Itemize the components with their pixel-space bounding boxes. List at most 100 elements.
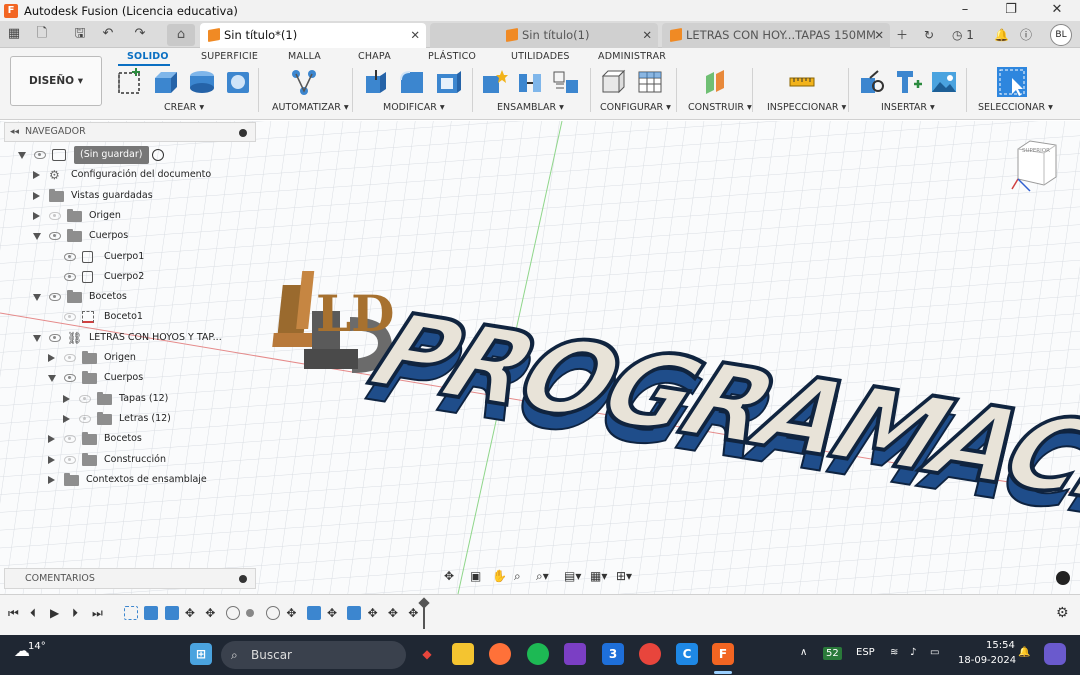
tree-item[interactable]: (Sin guardar) <box>0 146 256 164</box>
app-grid-icon[interactable]: ▦ <box>4 25 24 43</box>
timeline-move-feature[interactable]: ✥ <box>327 606 341 620</box>
visibility-eye-icon[interactable] <box>49 293 61 302</box>
app-c-icon[interactable]: C <box>676 643 698 665</box>
notifications-bell-icon[interactable]: 🔔 <box>1018 647 1030 658</box>
timeline-marker[interactable] <box>418 597 430 629</box>
automate-icon[interactable] <box>290 68 318 96</box>
tree-item[interactable]: Tapas (12) <box>0 390 256 408</box>
firefox-icon[interactable] <box>489 643 511 665</box>
expand-arrow-icon[interactable] <box>63 414 70 423</box>
minimize-button[interactable]: – <box>942 0 988 21</box>
group-modificar[interactable]: MODIFICAR ▾ <box>383 102 445 113</box>
save-icon[interactable]: 🖫 <box>70 25 90 43</box>
chrome-icon[interactable] <box>639 643 661 665</box>
look-at-icon[interactable]: ▣ <box>470 569 481 583</box>
notifications-icon[interactable]: 🔔 <box>994 25 1009 45</box>
visibility-eye-icon[interactable] <box>64 435 76 444</box>
user-avatar[interactable]: BL <box>1050 24 1072 46</box>
collapse-browser-icon[interactable]: ◂◂ <box>10 123 19 141</box>
browser-menu-icon[interactable] <box>239 129 247 137</box>
as-built-joint-icon[interactable] <box>552 68 580 96</box>
visibility-eye-icon[interactable] <box>49 211 61 220</box>
insert-derive-icon[interactable] <box>858 68 886 96</box>
tree-item[interactable]: Cuerpos <box>0 369 256 387</box>
configuration-table-icon[interactable] <box>636 68 664 96</box>
tree-item[interactable]: Origen <box>0 349 256 367</box>
workspace-switcher[interactable]: DISEÑO ▾ <box>10 56 102 106</box>
close-button[interactable]: ✕ <box>1034 0 1080 21</box>
clock-date[interactable]: 18-09-2024 <box>958 655 1016 666</box>
add-comment-icon[interactable] <box>239 575 247 583</box>
visibility-eye-icon[interactable] <box>64 374 76 383</box>
taskbar-search[interactable]: ⌕ Buscar <box>221 641 406 669</box>
redo-icon[interactable]: ↷ <box>130 25 150 43</box>
timeline-combine-feature[interactable] <box>266 606 281 620</box>
shell-icon[interactable] <box>434 68 462 96</box>
show-hidden-icons[interactable]: ∧ <box>800 647 807 658</box>
undo-icon[interactable]: ↶ <box>98 25 118 43</box>
text-commands-icon[interactable] <box>1056 571 1070 585</box>
select-icon[interactable] <box>996 66 1028 98</box>
tree-item[interactable]: Origen <box>0 207 256 225</box>
step-forward-icon[interactable]: ⏵ <box>72 606 78 621</box>
tree-item[interactable]: ⚙ Configuración del documento <box>0 166 256 184</box>
tree-item[interactable]: Contextos de ensamblaje <box>0 471 256 489</box>
fusion-taskbar-icon[interactable]: F <box>712 643 734 665</box>
group-configurar[interactable]: CONFIGURAR ▾ <box>600 102 671 113</box>
visibility-eye-icon[interactable] <box>64 272 76 281</box>
zoom-window-icon[interactable]: ⌕▾ <box>536 569 549 584</box>
job-status-icon[interactable]: ◷ 1 <box>952 25 974 45</box>
file-explorer-icon[interactable] <box>452 643 474 665</box>
tab-solido[interactable]: SOLIDO <box>127 51 169 62</box>
tree-item[interactable]: Cuerpo1 <box>0 248 256 266</box>
orbit-icon[interactable]: ✥ <box>444 569 454 583</box>
step-back-icon[interactable]: ⏴ <box>30 606 36 621</box>
tab-superficie[interactable]: SUPERFICIE <box>201 51 258 62</box>
expand-arrow-icon[interactable] <box>48 475 55 484</box>
file-menu-icon[interactable]: 🗋 <box>32 25 52 43</box>
tab-utilidades[interactable]: UTILIDADES <box>511 51 570 62</box>
tab-document-2[interactable]: Sin título(1) ✕ <box>430 23 658 48</box>
viewports-icon[interactable]: ⊞▾ <box>616 569 632 583</box>
configure-icon[interactable] <box>600 68 628 96</box>
new-component-icon[interactable] <box>480 68 508 96</box>
group-inspeccionar[interactable]: INSPECCIONAR ▾ <box>767 102 846 113</box>
group-crear[interactable]: CREAR ▾ <box>164 102 204 113</box>
wifi-icon[interactable]: ≋ <box>890 647 898 658</box>
collapse-arrow-icon[interactable] <box>33 294 41 302</box>
group-ensamblar[interactable]: ENSAMBLAR ▾ <box>497 102 564 113</box>
visibility-eye-icon[interactable] <box>64 313 76 322</box>
notification-badge[interactable]: 52 <box>823 647 842 660</box>
tree-item[interactable]: Bocetos <box>0 288 256 306</box>
close-tab-icon[interactable]: ✕ <box>874 23 884 47</box>
timeline-extrude-feature[interactable] <box>306 606 321 620</box>
new-tab-icon[interactable]: ＋ <box>896 25 908 45</box>
display-settings-icon[interactable]: ▤▾ <box>564 569 581 583</box>
active-component-radio[interactable] <box>152 149 164 161</box>
help-icon[interactable]: ⓘ <box>1020 25 1032 45</box>
tree-item[interactable]: ⛓ LETRAS CON HOYOS Y TAP... <box>0 329 256 347</box>
expand-arrow-icon[interactable] <box>33 211 40 220</box>
online-status-icon[interactable]: ↻ <box>924 25 934 45</box>
visibility-eye-icon[interactable] <box>64 252 76 261</box>
visibility-eye-icon[interactable] <box>49 333 61 342</box>
clock-time[interactable]: 15:54 <box>986 640 1015 651</box>
measure-icon[interactable] <box>788 68 816 96</box>
tab-chapa[interactable]: CHAPA <box>358 51 391 62</box>
timeline-settings-icon[interactable]: ⚙ <box>1056 605 1069 621</box>
tree-item[interactable]: Boceto1 <box>0 308 256 326</box>
volume-icon[interactable]: ♪ <box>910 647 916 658</box>
pan-icon[interactable]: ✋ <box>492 569 507 583</box>
expand-arrow-icon[interactable] <box>33 171 40 180</box>
timeline-combine-feature[interactable] <box>225 606 240 620</box>
app-3-icon[interactable]: 3 <box>602 643 624 665</box>
ruby-app-icon[interactable]: ◆ <box>416 643 438 665</box>
tree-item[interactable]: Construcción <box>0 451 256 469</box>
home-button[interactable]: ⌂ <box>167 24 195 46</box>
revolve-icon[interactable] <box>188 68 216 96</box>
tree-item[interactable]: Bocetos <box>0 430 256 448</box>
tab-plastico[interactable]: PLÁSTICO <box>428 51 476 62</box>
tree-item[interactable]: Cuerpos <box>0 227 256 245</box>
tree-item[interactable]: Letras (12) <box>0 410 256 428</box>
visibility-eye-icon[interactable] <box>49 232 61 241</box>
